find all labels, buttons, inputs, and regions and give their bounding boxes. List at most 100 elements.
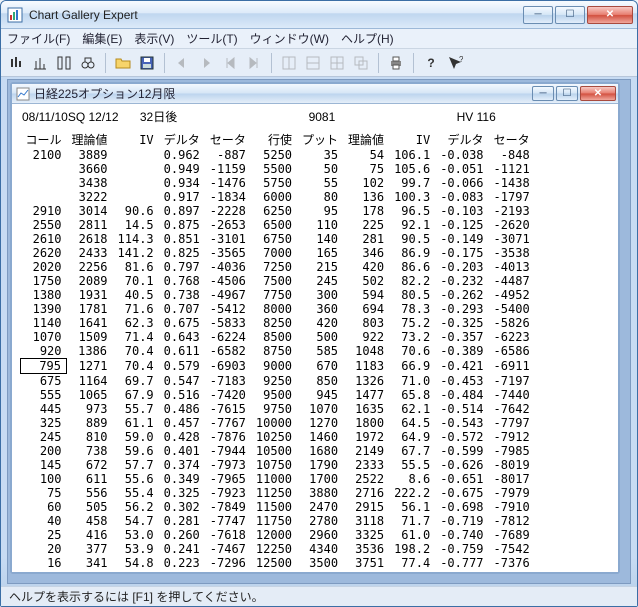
menu-tools[interactable]: ツール(T) xyxy=(186,30,237,47)
cell: 7250 xyxy=(251,260,297,274)
cell: 110 xyxy=(297,218,343,232)
menu-window[interactable]: ウィンドウ(W) xyxy=(250,30,329,47)
col-header: IV xyxy=(113,131,159,148)
cell: 99.7 xyxy=(389,176,435,190)
cell: 850 xyxy=(297,374,343,389)
table-row[interactable]: 2550281114.50.875-2653650011022592.1-0.1… xyxy=(21,218,535,232)
cell: 0.428 xyxy=(159,430,205,444)
child-titlebar[interactable]: 日経225オプション12月限 ─ ☐ ✕ xyxy=(12,84,618,104)
child-body[interactable]: 08/11/10SQ 12/12 32日後 9081 HV 116 コール理論値… xyxy=(12,104,618,572)
table-row[interactable]: 920138670.40.611-65828750585104870.6-0.3… xyxy=(21,344,535,359)
table-row[interactable]: 2020225681.60.797-4036725021542086.6-0.2… xyxy=(21,260,535,274)
cell: 2433 xyxy=(67,246,113,260)
last-icon[interactable] xyxy=(243,52,265,74)
cell: -0.038 xyxy=(435,148,488,162)
table-row[interactable]: 10061155.60.349-796511000170025228.6-0.6… xyxy=(21,472,535,486)
forward-icon[interactable] xyxy=(195,52,217,74)
table-row[interactable]: 4045854.70.281-7747117502780311871.7-0.7… xyxy=(21,514,535,528)
binoculars-icon[interactable] xyxy=(77,52,99,74)
grid3-icon[interactable] xyxy=(326,52,348,74)
cell xyxy=(21,176,67,190)
cell: 0.917 xyxy=(159,190,205,204)
cell: 0.349 xyxy=(159,472,205,486)
cell: 12750 xyxy=(251,570,297,572)
first-icon[interactable] xyxy=(219,52,241,74)
table-row[interactable]: 1634154.80.223-7296125003500375177.4-0.7… xyxy=(21,556,535,570)
grid1-icon[interactable] xyxy=(278,52,300,74)
table-row[interactable]: 6050556.20.302-7849115002470291556.1-0.6… xyxy=(21,500,535,514)
cell: -5400 xyxy=(489,302,535,316)
options-table[interactable]: コール理論値IVデルタセータ行使プット理論値IVデルタセータ 210038890… xyxy=(20,131,535,572)
cell: 54.7 xyxy=(113,514,159,528)
cell: 502 xyxy=(343,274,389,288)
cell: -0.149 xyxy=(435,232,488,246)
child-close-button[interactable]: ✕ xyxy=(580,86,616,101)
cell: 1477 xyxy=(343,388,389,402)
table-row[interactable]: 1130954.30.206-71081275049003969213.7-0.… xyxy=(21,570,535,572)
back-icon[interactable] xyxy=(171,52,193,74)
table-row[interactable]: 2541653.00.260-7618120002960332561.0-0.7… xyxy=(21,528,535,542)
cell: 11000 xyxy=(251,472,297,486)
table-row[interactable]: 26102618114.30.851-3101675014028190.5-0.… xyxy=(21,232,535,246)
cell: 198.2 xyxy=(389,542,435,556)
cell: 416 xyxy=(67,528,113,542)
child-minimize-button[interactable]: ─ xyxy=(532,86,554,101)
cell: 2960 xyxy=(297,528,343,542)
table-row[interactable]: 1390178171.60.707-5412800036069478.3-0.2… xyxy=(21,302,535,316)
statusbar: ヘルプを表示するには [F1] を押してください。 xyxy=(1,586,637,606)
child-maximize-button[interactable]: ☐ xyxy=(556,86,578,101)
table-row[interactable]: 795127170.40.579-69039000670118366.9-0.4… xyxy=(21,359,535,374)
titlebar[interactable]: Chart Gallery Expert ─ ☐ ✕ xyxy=(1,1,637,29)
table-row[interactable]: 36600.949-115955005075105.6-0.051-1121 xyxy=(21,162,535,176)
table-row[interactable]: 2037753.90.241-74671225043403536198.2-0.… xyxy=(21,542,535,556)
table-row[interactable]: 555106567.90.516-74209500945147765.8-0.4… xyxy=(21,388,535,402)
cell xyxy=(21,190,67,204)
table-row[interactable]: 210038890.962-88752503554106.1-0.038-848 xyxy=(21,148,535,162)
cell: 73.2 xyxy=(389,330,435,344)
help-icon[interactable]: ? xyxy=(420,52,442,74)
grid2-icon[interactable] xyxy=(302,52,324,74)
cell: 1931 xyxy=(67,288,113,302)
menu-help[interactable]: ヘルプ(H) xyxy=(341,30,394,47)
table-row[interactable]: 44597355.70.486-761597501070163562.1-0.5… xyxy=(21,402,535,416)
table-row[interactable]: 14567257.70.374-7973107501790233355.5-0.… xyxy=(21,458,535,472)
open-icon[interactable] xyxy=(112,52,134,74)
columns-icon[interactable] xyxy=(53,52,75,74)
candlestick-icon[interactable] xyxy=(5,52,27,74)
cell: 59.0 xyxy=(113,430,159,444)
cell: 78.3 xyxy=(389,302,435,316)
menu-file[interactable]: ファイル(F) xyxy=(7,30,70,47)
bars-icon[interactable] xyxy=(29,52,51,74)
menu-view[interactable]: 表示(V) xyxy=(134,30,174,47)
table-row[interactable]: 32220.917-1834600080136100.3-0.083-1797 xyxy=(21,190,535,204)
cell: 64.9 xyxy=(389,430,435,444)
cell: 245 xyxy=(21,430,67,444)
cell: 12500 xyxy=(251,556,297,570)
table-row[interactable]: 32588961.10.457-7767100001270180064.5-0.… xyxy=(21,416,535,430)
save-icon[interactable] xyxy=(136,52,158,74)
cell: 1048 xyxy=(343,344,389,359)
table-row[interactable]: 2910301490.60.897-222862509517896.5-0.10… xyxy=(21,204,535,218)
cell: 611 xyxy=(67,472,113,486)
minimize-button[interactable]: ─ xyxy=(523,6,553,24)
table-row[interactable]: 34380.934-147657505510299.7-0.066-1438 xyxy=(21,176,535,190)
table-row[interactable]: 675116469.70.547-71839250850132671.0-0.4… xyxy=(21,374,535,389)
whatsthis-icon[interactable]: ? xyxy=(444,52,466,74)
close-button[interactable]: ✕ xyxy=(587,6,633,24)
table-row[interactable]: 20073859.60.401-7944105001680214967.7-0.… xyxy=(21,444,535,458)
cell: -7812 xyxy=(489,514,535,528)
print-icon[interactable] xyxy=(385,52,407,74)
cascade-icon[interactable] xyxy=(350,52,372,74)
table-row[interactable]: 7555655.40.325-79231125038802716222.2-0.… xyxy=(21,486,535,500)
maximize-button[interactable]: ☐ xyxy=(555,6,585,24)
cell: 3438 xyxy=(67,176,113,190)
menu-edit[interactable]: 編集(E) xyxy=(82,30,122,47)
table-row[interactable]: 1140164162.30.675-5833825042080375.2-0.3… xyxy=(21,316,535,330)
cell: 0.707 xyxy=(159,302,205,316)
table-row[interactable]: 1750208970.10.768-4506750024550282.2-0.2… xyxy=(21,274,535,288)
cell: 7750 xyxy=(251,288,297,302)
table-row[interactable]: 24581059.00.428-7876102501460197264.9-0.… xyxy=(21,430,535,444)
table-row[interactable]: 26202433141.20.825-3565700016534686.9-0.… xyxy=(21,246,535,260)
table-row[interactable]: 1380193140.50.738-4967775030059480.5-0.2… xyxy=(21,288,535,302)
table-row[interactable]: 1070150971.40.643-6224850050092273.2-0.3… xyxy=(21,330,535,344)
